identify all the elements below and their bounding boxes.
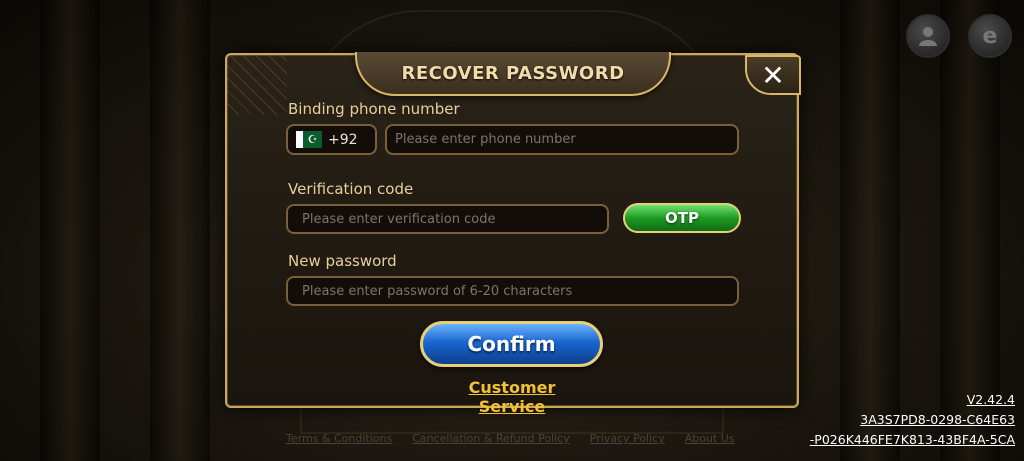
device-id-line-2: -P026K446FE7K813-43BF4A-5CA: [809, 432, 1015, 447]
device-id-line-1: 3A3S7PD8-0298-C64E63: [860, 412, 1015, 427]
otp-button[interactable]: OTP: [623, 203, 741, 233]
phone-input[interactable]: [393, 131, 737, 148]
confirm-button[interactable]: Confirm: [420, 321, 603, 367]
dialog-title-banner: RECOVER PASSWORD: [355, 52, 671, 96]
version-info: V2.42.4 3A3S7PD8-0298-C64E63 -P026K446FE…: [810, 390, 1015, 450]
version-number: V2.42.4: [966, 392, 1015, 407]
about-us-link[interactable]: About Us: [685, 432, 735, 445]
pakistan-flag-icon: ☪: [296, 131, 322, 148]
terms-link[interactable]: Terms & Conditions: [286, 432, 392, 445]
new-password-label: New password: [288, 252, 397, 270]
verification-label: Verification code: [288, 180, 414, 198]
browser-e-icon[interactable]: e: [968, 14, 1012, 58]
phone-label: Binding phone number: [288, 100, 460, 118]
phone-field-wrapper: [385, 124, 739, 155]
close-icon: ✕: [761, 58, 785, 92]
password-field-wrapper: [286, 276, 739, 306]
profile-icon[interactable]: [906, 14, 950, 58]
customer-service-link[interactable]: Customer Service: [440, 378, 584, 416]
country-code-selector[interactable]: ☪ +92: [286, 124, 377, 155]
refund-policy-link[interactable]: Cancellation & Refund Policy: [412, 432, 570, 445]
footer-links: Terms & Conditions Cancellation & Refund…: [286, 432, 735, 445]
new-password-input[interactable]: [300, 282, 737, 300]
country-code: +92: [328, 131, 358, 148]
dialog-title: RECOVER PASSWORD: [401, 62, 625, 84]
close-button[interactable]: ✕: [745, 55, 801, 95]
privacy-policy-link[interactable]: Privacy Policy: [590, 432, 665, 445]
verification-field-wrapper: [286, 204, 609, 234]
verification-code-input[interactable]: [300, 210, 607, 228]
